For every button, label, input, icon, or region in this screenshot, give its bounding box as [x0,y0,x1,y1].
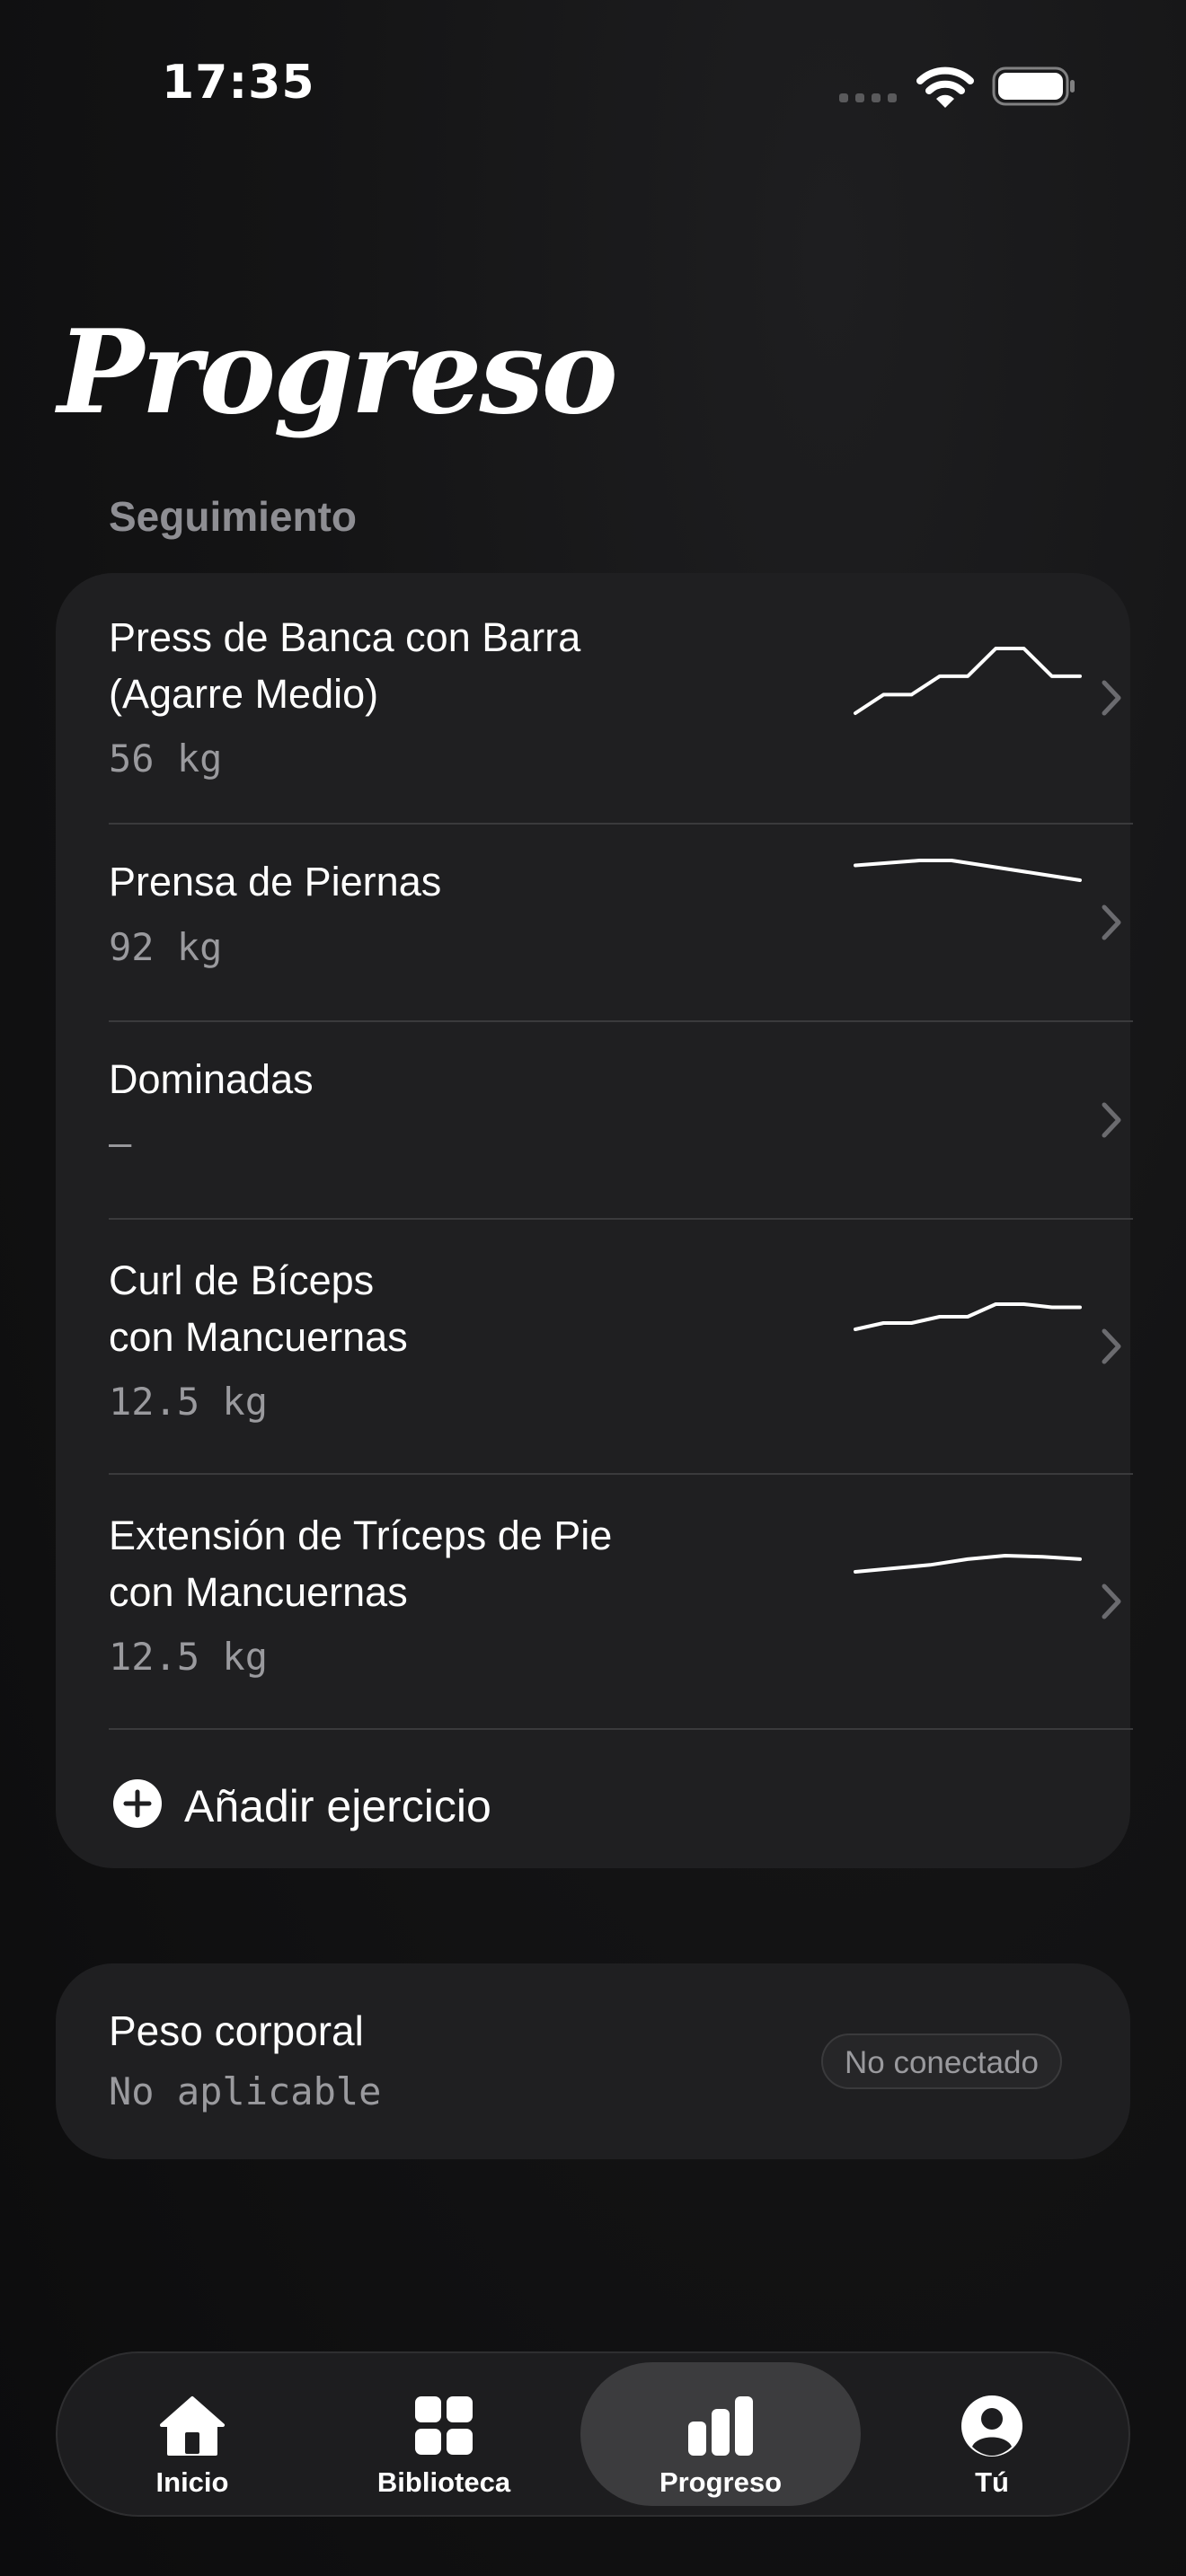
exercise-name: Press de Banca con Barra (Agarre Medio) [109,614,581,717]
tab-label: Tú [975,2466,1009,2498]
status-badge: No conectado [821,2033,1062,2089]
exercise-name: Extensión de Tríceps de Pie con Mancuern… [109,1513,613,1615]
bar-chart-icon [688,2396,753,2456]
grid-icon [415,2396,473,2455]
sparkline-path [854,1302,1082,1331]
tracking-card: Press de Banca con Barra (Agarre Medio) … [56,573,1133,1868]
tab-label: Biblioteca [376,2466,511,2498]
tab-tu[interactable]: Tú [884,2362,1100,2506]
tab-progreso[interactable]: Progreso [580,2362,861,2506]
sparkline-path [854,647,1082,715]
trend-sparkline [854,859,1082,882]
chevron-right-icon [1102,680,1121,716]
body-weight-title: Peso corporal [109,2007,364,2054]
exercise-row[interactable]: Dominadas — [109,1022,1131,1218]
chevron-right-icon [1102,1102,1121,1138]
sparkline-path [854,1554,1082,1574]
exercise-value: 12.5 kg [109,1380,269,1424]
tab-biblioteca[interactable]: Biblioteca [327,2362,561,2506]
battery-icon [992,66,1075,106]
chevron-right-icon [1102,1584,1121,1619]
body-weight-value: No aplicable [109,2069,382,2113]
chevron-right-icon [1102,1328,1121,1364]
body-weight-card[interactable]: Peso corporal No aplicable No conectado [56,1963,1130,2159]
exercise-row[interactable]: Extensión de Tríceps de Pie con Mancuern… [109,1475,1131,1728]
trend-sparkline [854,1554,1082,1574]
exercise-name: Dominadas [109,1056,314,1102]
tab-label: Inicio [155,2466,229,2498]
tab-inicio[interactable]: Inicio [84,2362,300,2506]
wifi-icon [916,66,974,108]
exercise-value: — [109,1121,132,1165]
page-title: Progreso [58,305,618,440]
sparkline-path [854,859,1082,882]
profile-icon [961,2395,1022,2457]
exercise-value: 12.5 kg [109,1635,269,1679]
exercise-name: Curl de Bíceps con Mancuernas [109,1257,408,1360]
divider [109,1728,1133,1730]
exercise-value: 92 kg [109,925,223,969]
tab-bar: Inicio Biblioteca Progreso Tú [56,2351,1130,2517]
trend-sparkline [854,647,1082,715]
exercise-row[interactable]: Press de Banca con Barra (Agarre Medio) … [109,573,1131,823]
status-bar: 17:35 [0,0,1186,180]
section-label: Seguimiento [109,493,358,540]
plus-circle-icon [113,1779,162,1828]
add-exercise-label: Añadir ejercicio [184,1781,491,1831]
chevron-right-icon [1102,904,1121,940]
trend-sparkline [854,1302,1082,1331]
exercise-row[interactable]: Curl de Bíceps con Mancuernas 12.5 kg [109,1220,1131,1473]
signal-icon [839,93,897,102]
tab-label: Progreso [659,2466,783,2498]
status-time: 17:35 [162,56,315,110]
exercise-value: 56 kg [109,737,223,781]
exercise-name: Prensa de Piernas [109,859,442,904]
home-icon [160,2396,225,2456]
exercise-row[interactable]: Prensa de Piernas 92 kg [109,825,1131,1020]
